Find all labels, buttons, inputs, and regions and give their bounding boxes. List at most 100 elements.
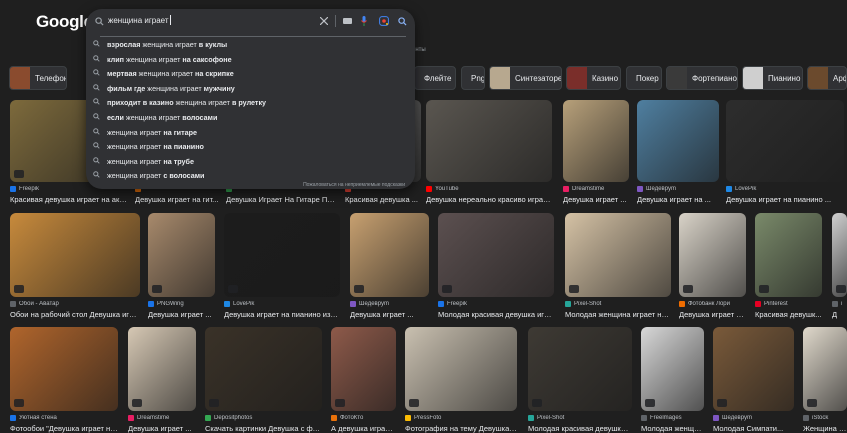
google-logo[interactable]: Google: [36, 12, 93, 32]
result-thumbnail[interactable]: [563, 100, 629, 182]
result-title[interactable]: Молодая Симпати...: [713, 424, 794, 433]
suggestion-item[interactable]: приходит в казино женщина играет в рулет…: [86, 95, 415, 109]
result-source[interactable]: Dreamstime: [563, 186, 629, 192]
result-title[interactable]: Девушка играет на гит...: [135, 195, 219, 204]
result-thumbnail[interactable]: [438, 213, 554, 297]
result-source[interactable]: Шедевруm: [350, 301, 429, 307]
image-result[interactable]: Шедевруm Девушка играет на ...: [637, 100, 719, 206]
search-submit-icon[interactable]: [397, 16, 407, 26]
result-title[interactable]: Красивая девушк...: [755, 310, 822, 319]
image-result[interactable]: ФотоКто А девушка играет ...: [331, 327, 396, 433]
result-thumbnail[interactable]: [426, 100, 552, 182]
search-input[interactable]: женщина играет: [108, 15, 171, 25]
result-title[interactable]: Обои на рабочий стол Девушка играе...: [10, 310, 140, 319]
result-title[interactable]: Девушка играет ...: [148, 310, 215, 319]
result-title[interactable]: Девушка играет на пианино изобр...: [224, 310, 340, 319]
image-result[interactable]: iStock Женщина играет в ...: [803, 327, 847, 433]
clear-icon[interactable]: [319, 16, 329, 26]
result-source[interactable]: PNGWing: [148, 301, 215, 307]
search-row[interactable]: женщина играет: [86, 9, 415, 33]
image-result[interactable]: Dreamstime Девушка играет ...: [563, 100, 629, 206]
image-result[interactable]: Шедевруm Молодая Симпати...: [713, 327, 794, 433]
image-result[interactable]: YouTube Девушка нереально красиво играет …: [426, 100, 552, 206]
filter-chip[interactable]: Png: [461, 66, 485, 90]
result-title[interactable]: Девушка играет ...: [128, 424, 196, 433]
suggestion-item[interactable]: клип женщина играет на саксофоне: [86, 52, 415, 66]
result-title[interactable]: Девушка Играет На Гитаре Приро...: [226, 195, 338, 204]
result-title[interactable]: Молодая красивая девушка играе...: [438, 310, 554, 319]
image-result[interactable]: PressFoto Фотография на тему Девушка игр.…: [405, 327, 517, 433]
filter-chip[interactable]: Флейте: [414, 66, 456, 90]
result-title[interactable]: Женщина играет в ...: [803, 424, 847, 433]
result-title[interactable]: Девушка играет на пианино ...: [726, 195, 844, 204]
microphone-icon[interactable]: [360, 15, 368, 27]
suggestion-item[interactable]: фильм где женщина играет мужчину: [86, 81, 415, 95]
result-source[interactable]: PressFoto: [405, 415, 517, 421]
suggestion-item[interactable]: если женщина играет волосами: [86, 110, 415, 124]
image-result[interactable]: Шедевруm Девушка играет ...: [350, 213, 429, 321]
result-source[interactable]: Уютная стена: [10, 415, 118, 421]
result-source[interactable]: i: [832, 301, 847, 307]
result-source[interactable]: Dreamstime: [128, 415, 196, 421]
image-result[interactable]: Обои - Аватар Обои на рабочий стол Девушк…: [10, 213, 140, 321]
filter-chip[interactable]: Фортепиано: [666, 66, 738, 90]
result-source[interactable]: Depositphotos: [205, 415, 322, 421]
result-thumbnail[interactable]: [726, 100, 844, 182]
result-thumbnail[interactable]: [405, 327, 517, 411]
result-thumbnail[interactable]: [528, 327, 632, 411]
result-source[interactable]: Pinterest: [755, 301, 822, 307]
result-source[interactable]: LovePik: [726, 186, 844, 192]
result-title[interactable]: Девушка играет д...: [679, 310, 746, 319]
result-source[interactable]: Freepik: [438, 301, 554, 307]
result-source[interactable]: ФотоКто: [331, 415, 396, 421]
result-source[interactable]: iStock: [803, 415, 847, 421]
result-thumbnail[interactable]: [10, 327, 118, 411]
image-result[interactable]: PNGWing Девушка играет ...: [148, 213, 215, 321]
suggestion-item[interactable]: женщина играет на пианино: [86, 139, 415, 153]
result-title[interactable]: Девушка играет ...: [350, 310, 429, 319]
image-result[interactable]: Уютная стена Фотообои "Девушка играет на …: [10, 327, 118, 433]
result-source[interactable]: Шедевруm: [637, 186, 719, 192]
result-thumbnail[interactable]: [10, 213, 140, 297]
image-result[interactable]: Freepik Молодая красивая девушка играе...: [438, 213, 554, 321]
result-title[interactable]: Молодая женщин...: [641, 424, 704, 433]
result-title[interactable]: Скачать картинки Девушка с фле...: [205, 424, 322, 433]
lens-icon[interactable]: [378, 15, 389, 26]
result-thumbnail[interactable]: [637, 100, 719, 182]
result-source[interactable]: Обои - Аватар: [10, 301, 140, 307]
image-result[interactable]: Depositphotos Скачать картинки Девушка с …: [205, 327, 322, 433]
result-title[interactable]: Молодая красивая девушка играет ...: [528, 424, 632, 433]
result-source[interactable]: YouTube: [426, 186, 552, 192]
image-result[interactable]: Pinterest Красивая девушк...: [755, 213, 822, 321]
filter-chip[interactable]: Казино: [566, 66, 621, 90]
result-source[interactable]: Pixel-Shot: [528, 415, 632, 421]
suggestion-item[interactable]: женщина играет на трубе: [86, 154, 415, 168]
image-result[interactable]: iД: [832, 213, 847, 321]
result-title[interactable]: Девушка нереально красиво играет ...: [426, 195, 552, 204]
result-title[interactable]: Д: [832, 310, 847, 319]
image-result[interactable]: Pixel-Shot Молодая женщина играет на ...: [565, 213, 671, 321]
image-result[interactable]: Pixel-Shot Молодая красивая девушка играе…: [528, 327, 632, 433]
suggestion-item[interactable]: женщина играет с волосами: [86, 168, 415, 182]
result-source[interactable]: Фотобанк Лори: [679, 301, 746, 307]
suggestion-item[interactable]: мертвая женщина играет на скрипке: [86, 66, 415, 80]
filter-chip[interactable]: Пианино: [742, 66, 803, 90]
result-source[interactable]: Pixel-Shot: [565, 301, 671, 307]
keyboard-icon[interactable]: [342, 17, 352, 25]
image-result[interactable]: Freelmages Молодая женщин...: [641, 327, 704, 433]
result-title[interactable]: Фотообои "Девушка играет на ...: [10, 424, 118, 433]
result-title[interactable]: Молодая женщина играет на ...: [565, 310, 671, 319]
image-result[interactable]: Фотобанк Лори Девушка играет д...: [679, 213, 746, 321]
result-title[interactable]: Девушка играет на ...: [637, 195, 719, 204]
suggestion-item[interactable]: взрослая женщина играет в куклы: [86, 37, 415, 51]
suggestion-item[interactable]: женщина играет на гитаре: [86, 125, 415, 139]
image-result[interactable]: Dreamstime Девушка играет ...: [128, 327, 196, 433]
result-thumbnail[interactable]: [565, 213, 671, 297]
result-title[interactable]: Красивая девушка играет на акус...: [10, 195, 128, 204]
image-result[interactable]: LovePik Девушка играет на пианино ...: [726, 100, 844, 206]
result-thumbnail[interactable]: [224, 213, 340, 297]
result-title[interactable]: Фотография на тему Девушка игр...: [405, 424, 517, 433]
result-thumbnail[interactable]: [205, 327, 322, 411]
result-title[interactable]: Девушка играет ...: [563, 195, 629, 204]
result-source[interactable]: LovePik: [224, 301, 340, 307]
